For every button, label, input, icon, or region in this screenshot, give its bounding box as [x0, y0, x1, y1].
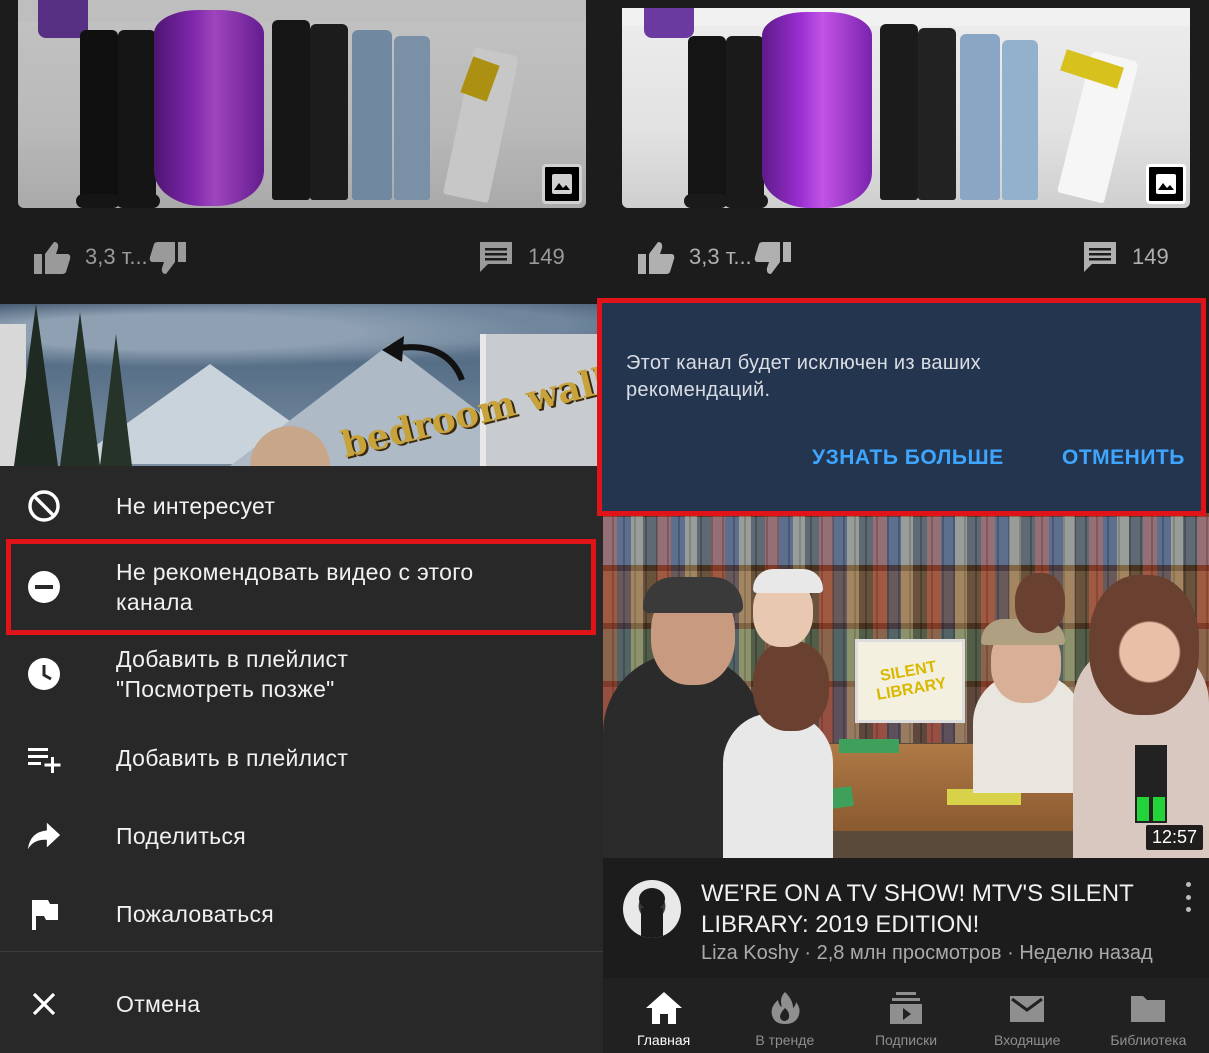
menu-item-not-interested[interactable]: Не интересует [0, 476, 603, 536]
menu-item-watch-later[interactable]: Добавить в плейлист "Посмотреть позже" [0, 642, 603, 706]
video-thumbnail-mural[interactable]: bedroom wall [0, 304, 603, 466]
menu-label: Не интересует [116, 493, 276, 519]
dislike-icon[interactable] [148, 240, 188, 276]
like-count: 3,3 т... [85, 244, 148, 269]
nav-library[interactable]: Библиотека [1088, 978, 1209, 1053]
channel-name[interactable]: Liza Koshy [701, 942, 799, 964]
upload-age: Неделю назад [1019, 942, 1153, 964]
view-count: 2,8 млн просмотров [816, 942, 1002, 964]
clock-icon [26, 656, 62, 692]
nav-inbox[interactable]: Входящие [967, 978, 1088, 1053]
subscriptions-icon [890, 992, 922, 1024]
video-thumbnail-top[interactable] [622, 8, 1190, 208]
menu-item-share[interactable]: Поделиться [0, 806, 603, 866]
menu-divider [0, 951, 603, 952]
block-icon [26, 488, 62, 524]
comment-icon[interactable] [478, 240, 514, 274]
menu-label: Поделиться [116, 823, 247, 849]
nav-label: Подписки [874, 1032, 938, 1048]
video-subtitle: Liza Koshy · 2,8 млн просмотров · Неделю… [701, 942, 1153, 964]
comment-count: 149 [528, 244, 565, 269]
video-title[interactable]: WE'RE ON A TV SHOW! MTV'S SILENT LIBRARY… [701, 878, 1171, 940]
mail-icon [1010, 996, 1045, 1022]
dislike-icon[interactable] [753, 240, 793, 276]
menu-label: Добавить в плейлист "Посмотреть позже" [116, 646, 349, 702]
menu-label: Добавить в плейлист [116, 745, 349, 771]
home-icon [645, 992, 682, 1024]
menu-label: Пожаловаться [116, 901, 275, 927]
like-icon[interactable] [636, 240, 676, 276]
fire-icon [771, 992, 800, 1024]
comment-count: 149 [1132, 244, 1169, 269]
more-options-icon[interactable] [1181, 882, 1195, 912]
like-icon[interactable] [32, 240, 72, 276]
image-icon [542, 164, 582, 204]
bottom-navigation: Главная В тренде Подписки Входящие Библи… [603, 978, 1209, 1053]
highlight-box-snackbar [597, 298, 1206, 516]
video-thumbnail-top[interactable] [18, 0, 586, 208]
share-icon [26, 818, 62, 854]
flag-icon [26, 896, 62, 932]
playlist-add-icon [26, 740, 62, 776]
nav-label: В тренде [755, 1032, 815, 1048]
like-count: 3,3 т... [689, 244, 752, 269]
thumbnail-sign: SILENT LIBRARY [855, 639, 965, 723]
nav-trending[interactable]: В тренде [724, 978, 845, 1053]
video-thumbnail-silent-library[interactable]: SILENT LIBRARY 12:57 [603, 513, 1209, 858]
menu-item-add-playlist[interactable]: Добавить в плейлист [0, 728, 603, 788]
menu-item-report[interactable]: Пожаловаться [0, 884, 603, 944]
video-info[interactable]: WE'RE ON A TV SHOW! MTV'S SILENT LIBRARY… [603, 858, 1209, 976]
folder-icon [1131, 996, 1166, 1022]
menu-label: Отмена [116, 991, 201, 1017]
nav-label: Входящие [994, 1032, 1061, 1048]
nav-label: Библиотека [1110, 1032, 1187, 1048]
left-screen: 3,3 т... 149 bedroom wall Не интересует [0, 0, 603, 1053]
close-icon [26, 986, 62, 1022]
comment-icon[interactable] [1082, 240, 1118, 274]
nav-label: Главная [636, 1032, 691, 1048]
video-duration: 12:57 [1145, 825, 1203, 850]
arrow-graphic [382, 336, 465, 382]
channel-avatar[interactable] [623, 880, 681, 938]
video-stats-row: 3,3 т... 149 [603, 208, 1209, 308]
image-icon [1146, 164, 1186, 204]
nav-subscriptions[interactable]: Подписки [845, 978, 966, 1053]
highlight-box-dont-recommend [6, 539, 596, 635]
menu-item-cancel[interactable]: Отмена [0, 974, 603, 1034]
video-stats-row: 3,3 т... 149 [0, 208, 603, 308]
nav-home[interactable]: Главная [603, 978, 724, 1053]
